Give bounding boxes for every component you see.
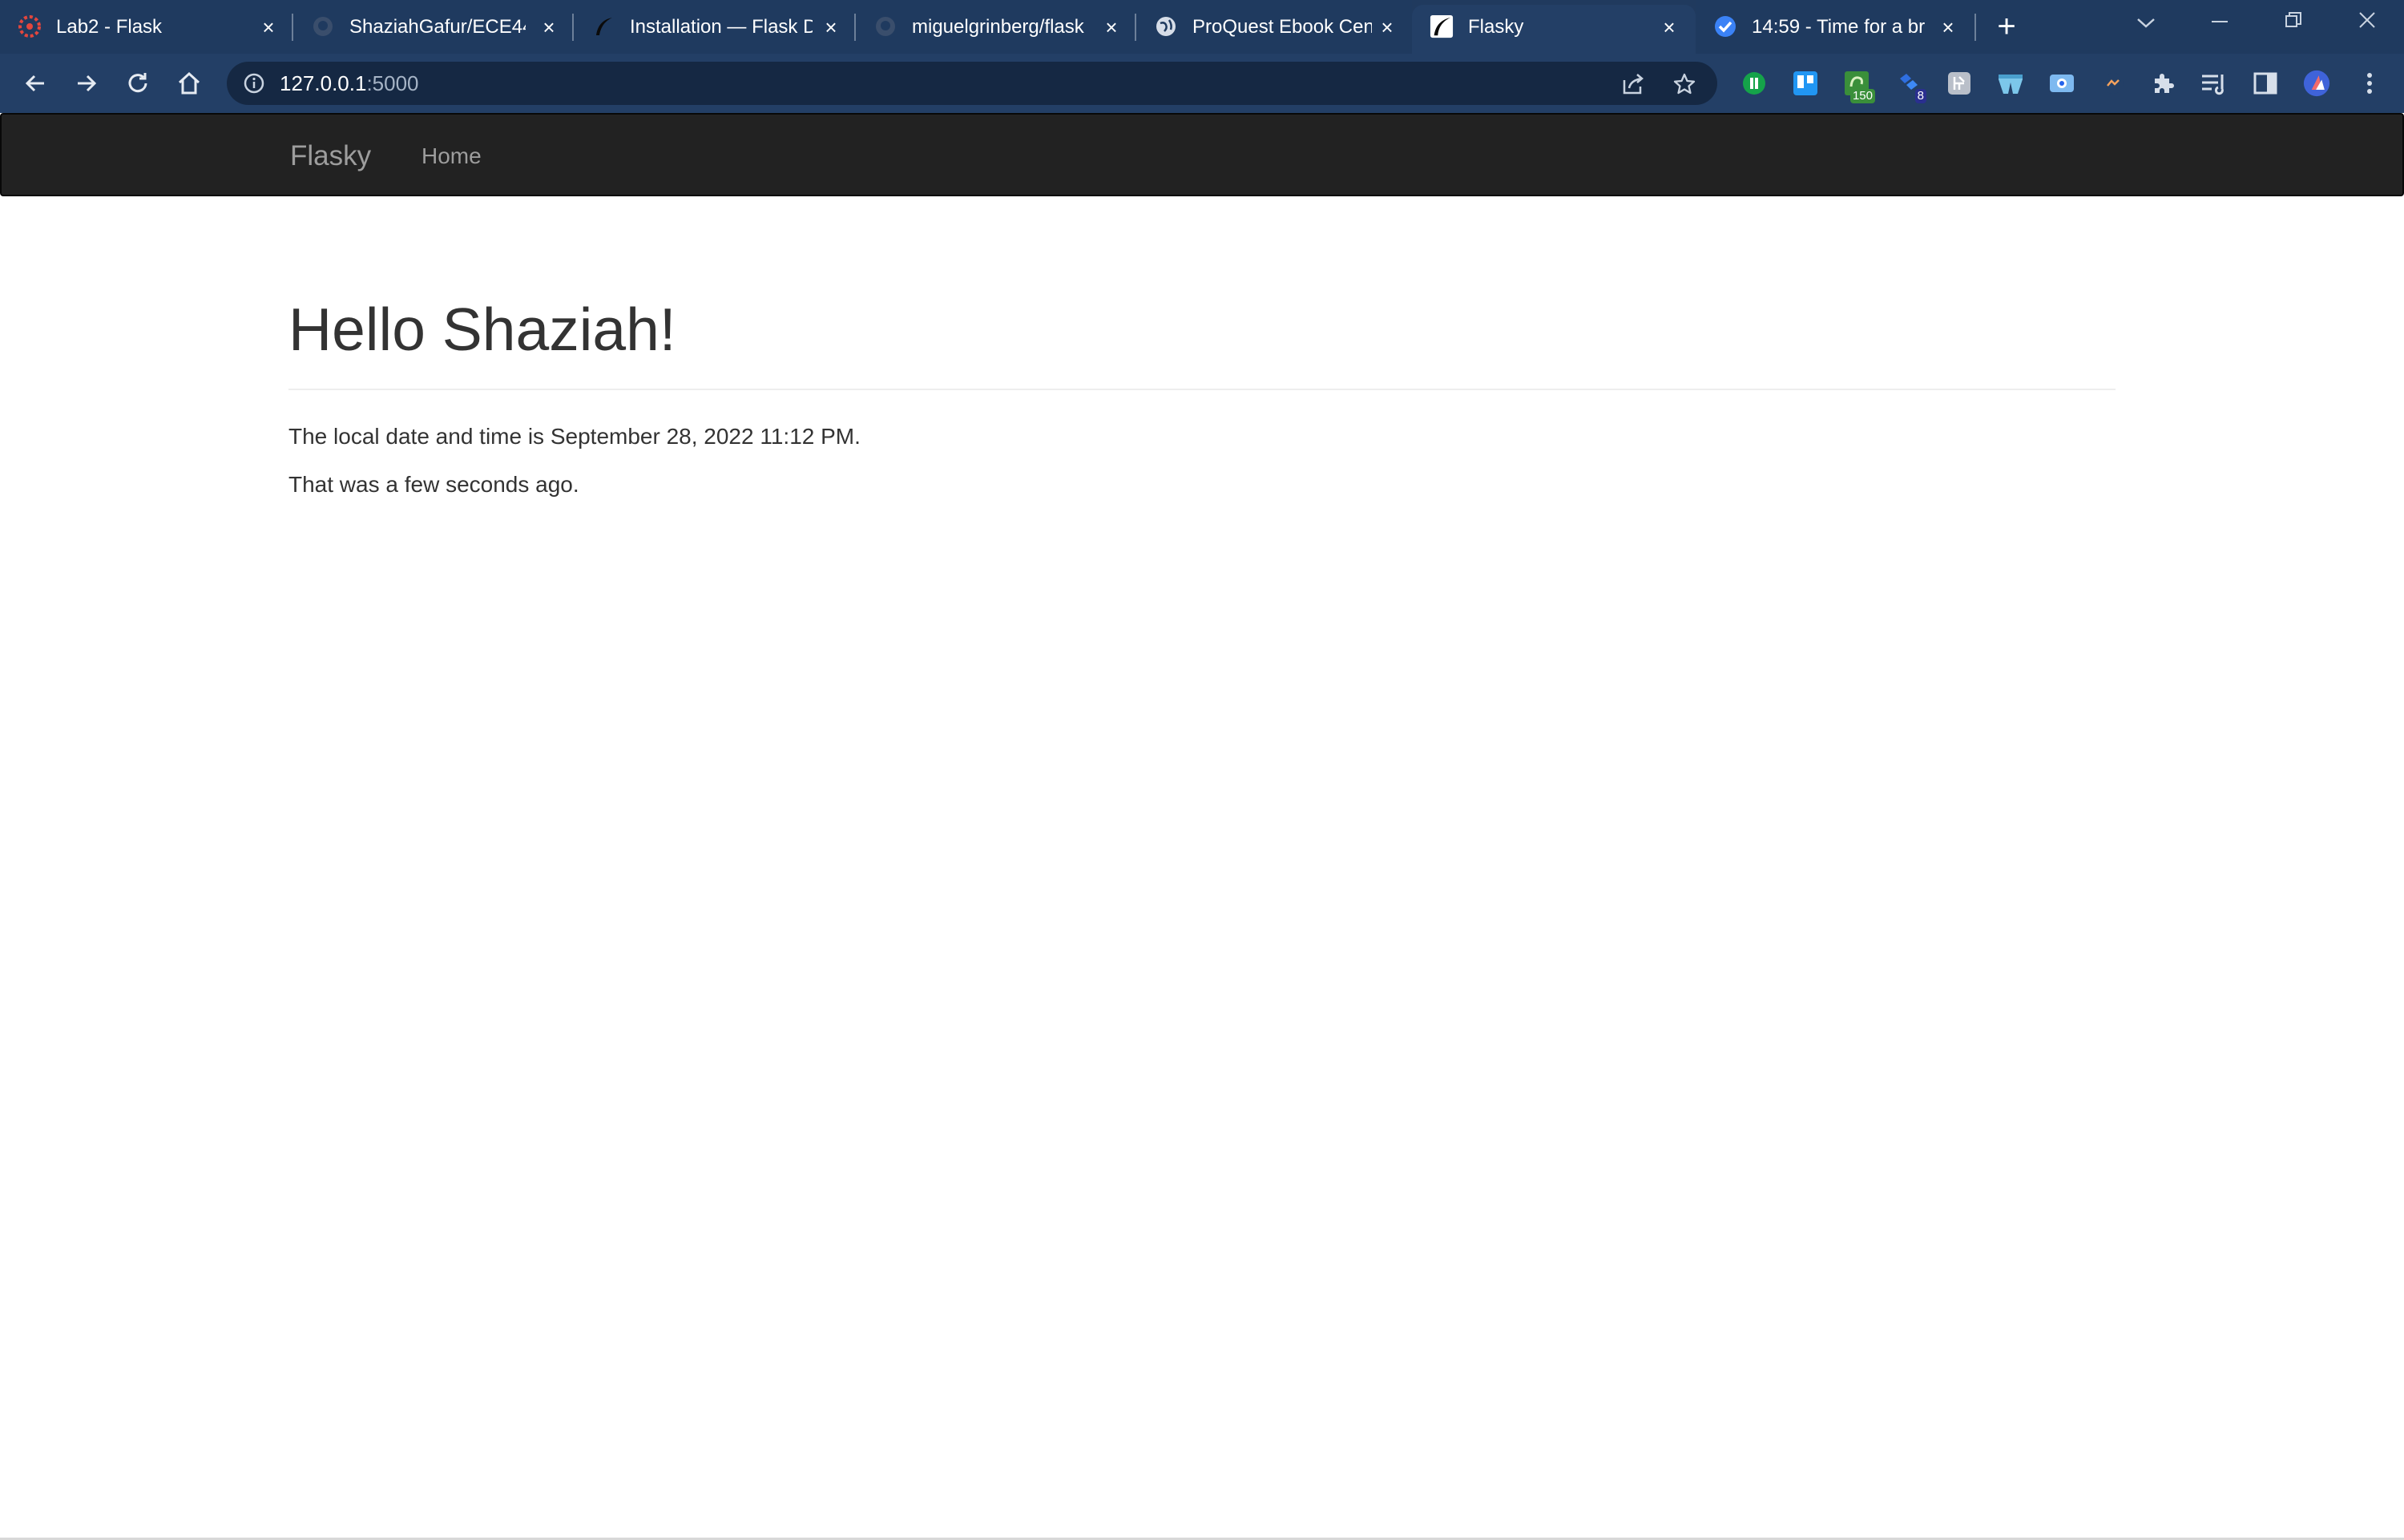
check-circle-icon: [1713, 14, 1737, 38]
screenshot-icon[interactable]: [2048, 70, 2075, 97]
page-header: Hello Shaziah!: [288, 289, 2116, 390]
close-icon[interactable]: ×: [258, 17, 279, 38]
close-window-button[interactable]: [2343, 8, 2391, 40]
tab-title: 14:59 - Time for a br: [1752, 16, 1926, 38]
navbar-brand[interactable]: Flasky: [290, 115, 371, 198]
tab-flasky[interactable]: Flasky ×: [1412, 0, 1696, 54]
extension-badge: 8: [1914, 89, 1926, 103]
url-host: 127.0.0.1: [280, 71, 367, 95]
flask-icon: [1430, 14, 1454, 38]
url-port: :5000: [366, 71, 419, 95]
tab-title: Flasky: [1468, 16, 1524, 38]
browser-toolbar: 127.0.0.1:5000 150 8: [0, 54, 2404, 113]
bookmark-star-icon[interactable]: [1672, 72, 1696, 96]
tab-strip: Lab2 - Flask × ShaziahGafur/ECE444 × Ins…: [0, 0, 2404, 54]
github-icon: [311, 14, 335, 38]
page-viewport: Flasky Home Hello Shaziah! The local dat…: [0, 113, 2404, 1538]
flask-icon: [591, 14, 615, 38]
page-title: Hello Shaziah!: [288, 296, 676, 363]
tab-installation-flask[interactable]: Installation — Flask D ×: [574, 0, 856, 54]
profile-avatar[interactable]: [2303, 70, 2330, 97]
tab-lab2[interactable]: Lab2 - Flask ×: [0, 0, 293, 54]
canvas-icon: [18, 14, 42, 38]
home-button[interactable]: [173, 67, 205, 99]
minimize-button[interactable]: [2196, 8, 2244, 40]
tab-title: Lab2 - Flask: [56, 16, 163, 38]
reading-list-icon[interactable]: [2200, 70, 2228, 97]
site-info-icon[interactable]: [243, 72, 265, 95]
url-text: 127.0.0.1:5000: [280, 62, 419, 105]
close-icon[interactable]: ×: [1938, 17, 1958, 38]
reload-button[interactable]: [122, 67, 154, 99]
puzzle-game-icon[interactable]: 8: [1894, 70, 1926, 103]
github-icon: [873, 14, 897, 38]
relative-time-text: That was a few seconds ago.: [288, 472, 579, 497]
close-icon[interactable]: ×: [1659, 17, 1680, 38]
close-icon[interactable]: ×: [821, 17, 841, 38]
tab-separator: [1974, 14, 1976, 41]
tab-title: ShaziahGafur/ECE444: [349, 16, 526, 38]
address-bar[interactable]: 127.0.0.1:5000: [227, 62, 1717, 105]
tab-proquest[interactable]: ProQuest Ebook Cen ×: [1136, 0, 1412, 54]
kanji-icon[interactable]: [1946, 70, 1973, 97]
shorts-icon[interactable]: [1997, 70, 2024, 97]
tab-title: miguelgrinberg/flask: [912, 16, 1084, 38]
tab-github-miguelgrinberg[interactable]: miguelgrinberg/flask ×: [856, 0, 1136, 54]
tab-break-timer[interactable]: 14:59 - Time for a br ×: [1696, 0, 1976, 54]
tab-search-icon[interactable]: [2122, 8, 2170, 40]
new-tab-button[interactable]: +: [1991, 10, 2023, 43]
side-panel-icon[interactable]: [2252, 70, 2279, 97]
nav-link-home[interactable]: Home: [422, 115, 482, 198]
forward-button[interactable]: [71, 67, 103, 99]
restore-button[interactable]: [2269, 8, 2317, 40]
messenger-icon[interactable]: [2099, 70, 2127, 97]
share-icon[interactable]: [1621, 72, 1645, 96]
close-icon[interactable]: ×: [1101, 17, 1122, 38]
close-icon[interactable]: ×: [1377, 17, 1398, 38]
trello-icon[interactable]: [1792, 70, 1819, 97]
close-icon[interactable]: ×: [538, 17, 559, 38]
tab-github-ece444[interactable]: ShaziahGafur/ECE444 ×: [293, 0, 574, 54]
counter-extension-icon[interactable]: 150: [1843, 70, 1875, 103]
tab-title: ProQuest Ebook Cen: [1192, 16, 1372, 38]
tab-title: Installation — Flask D: [630, 16, 813, 38]
menu-icon[interactable]: [2356, 70, 2383, 97]
local-datetime-text: The local date and time is September 28,…: [288, 424, 861, 449]
extension-badge: 150: [1849, 89, 1875, 103]
site-navbar: Flasky Home: [0, 113, 2404, 196]
globe-icon: [1154, 14, 1178, 38]
extensions-icon[interactable]: [2149, 70, 2176, 97]
back-button[interactable]: [19, 67, 51, 99]
grammarly-icon[interactable]: [1740, 70, 1768, 97]
